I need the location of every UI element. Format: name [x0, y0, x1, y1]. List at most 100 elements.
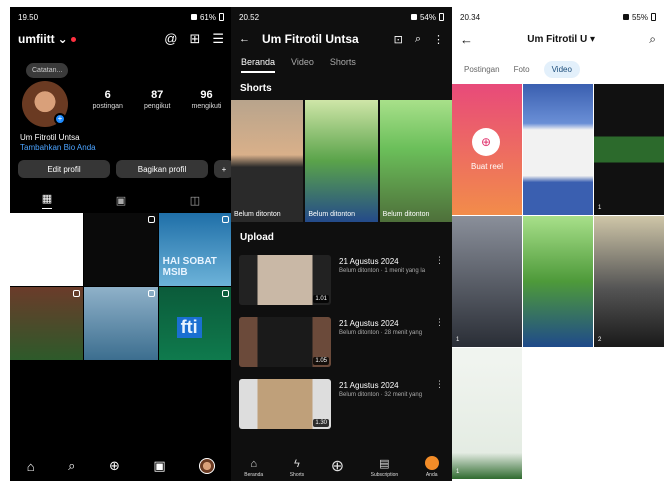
video-thumbnail[interactable] [523, 84, 593, 215]
more-vert-icon[interactable]: ⋮ [435, 317, 444, 367]
short-thumbnail[interactable]: Belum ditonton [231, 100, 304, 222]
menu-icon[interactable]: ☰ [212, 31, 224, 47]
cast-icon[interactable]: ⊡ [394, 33, 403, 46]
account-switcher[interactable]: umfiitt ⌄ [18, 32, 76, 46]
post-grid: HAI SOBAT MSIB fti [10, 213, 232, 360]
nav-shorts[interactable]: ϟ Shorts [290, 458, 304, 478]
add-bio-link[interactable]: Tambahkan Bio Anda [20, 143, 96, 152]
home-icon[interactable]: ⌂ [27, 459, 35, 474]
chevron-down-icon: ⌄ [57, 32, 68, 46]
tagged-icon[interactable]: ◫ [190, 194, 200, 207]
status-bar: 20.52 54% [231, 7, 452, 27]
status-time: 20.52 [239, 12, 260, 22]
more-vert-icon[interactable]: ⋮ [435, 255, 444, 305]
video-thumbnail[interactable]: 1 [452, 216, 522, 347]
battery-icon [219, 13, 224, 21]
nav-create[interactable]: ⊕ [331, 456, 344, 478]
shorts-row: Belum ditonton Belum ditonton Belum dito… [231, 100, 452, 222]
stat-followers[interactable]: 87 pengikut [144, 89, 170, 110]
search-icon[interactable]: ⌕ [649, 32, 656, 47]
battery-icon [651, 13, 656, 21]
note-bubble[interactable]: Catatan... [26, 63, 69, 78]
add-icon: ⊕ [330, 458, 345, 475]
channel-title: Um Fitrotil Untsa [262, 32, 359, 46]
create-icon[interactable]: ⊞ [189, 31, 200, 47]
post-thumbnail[interactable]: HAI SOBAT MSIB [158, 213, 232, 286]
avatar [424, 456, 439, 470]
create-reel-tile[interactable]: ⊕ Buat reel [452, 84, 522, 215]
video-thumbnail[interactable]: 1 [594, 84, 664, 215]
reels-icon[interactable]: ▣ [153, 458, 165, 474]
tab-video[interactable]: Video [291, 57, 314, 73]
profile-video-screen: 20.34 55% ← Um Fitrotil U ▾ ⌕ Postingan … [452, 7, 664, 481]
post-thumbnail[interactable] [84, 287, 158, 360]
back-arrow-icon[interactable]: ← [460, 32, 473, 47]
reels-tab-icon[interactable]: ▣ [116, 194, 126, 207]
profile-header: ← Um Fitrotil U ▾ ⌕ [452, 27, 664, 51]
nav-subscriptions[interactable]: ▤ Subscription [371, 457, 399, 478]
shorts-heading: Shorts [240, 83, 272, 94]
video-thumbnail[interactable]: 1.01 [239, 255, 331, 305]
upload-item[interactable]: 1.30 21 Agustus 2024 Belum ditonton · 32 … [231, 373, 452, 435]
battery-icon [439, 13, 444, 21]
profile-stats: 6 postingan 87 pengikut 96 mengikuti [82, 89, 232, 110]
tab-beranda[interactable]: Beranda [241, 57, 276, 73]
signal-icon [622, 14, 629, 20]
add-story-icon[interactable]: + [54, 113, 66, 125]
shorts-icon: ϟ [294, 458, 300, 470]
short-thumbnail[interactable]: Belum ditonton [379, 100, 452, 222]
short-thumbnail[interactable]: Belum ditonton [305, 100, 378, 222]
search-icon[interactable]: ⌕ [415, 33, 421, 46]
add-post-icon[interactable]: ⊕ [109, 458, 120, 474]
search-icon[interactable]: ⌕ [68, 458, 75, 474]
edit-profile-button[interactable]: Edit profil [18, 160, 110, 178]
threads-icon[interactable]: @ [164, 31, 177, 47]
bottom-nav: ⌂ ⌕ ⊕ ▣ [10, 451, 232, 481]
profile-title[interactable]: Um Fitrotil U ▾ [473, 34, 649, 45]
subscriptions-icon: ▤ [379, 458, 390, 470]
video-thumbnail[interactable]: 1 [452, 348, 522, 479]
more-vert-icon[interactable]: ⋮ [435, 379, 444, 429]
post-thumbnail[interactable] [10, 213, 84, 286]
reel-icon [222, 216, 229, 223]
upload-item[interactable]: 1.05 21 Agustus 2024 Belum ditonton · 28 … [231, 311, 452, 373]
tab-shorts[interactable]: Shorts [330, 57, 356, 73]
instagram-screen: 19.50 61% umfiitt ⌄ @ ⊞ ☰ Catatan... + 6p… [10, 7, 232, 481]
post-thumbnail[interactable]: fti [158, 287, 232, 360]
video-thumbnail[interactable]: 1.05 [239, 317, 331, 367]
back-arrow-icon[interactable]: ← [239, 33, 250, 45]
post-thumbnail[interactable] [84, 213, 158, 286]
status-bar: 20.34 55% [452, 7, 664, 27]
profile-nav-avatar[interactable] [199, 458, 216, 474]
status-time: 19.50 [18, 12, 39, 22]
home-icon: ⌂ [250, 458, 258, 470]
reel-icon [73, 290, 81, 297]
reel-icon [147, 216, 155, 223]
stat-following[interactable]: 96 mengikuti [191, 89, 221, 110]
video-thumbnail[interactable]: 2 [594, 216, 664, 347]
caret-down-icon: ▾ [590, 33, 596, 45]
battery-level: 54% [419, 12, 436, 22]
tab-foto[interactable]: Foto [514, 65, 530, 74]
reel-icon [222, 290, 229, 297]
video-thumbnail[interactable] [523, 216, 593, 347]
more-vert-icon[interactable]: ⋮ [433, 33, 444, 46]
bottom-nav: ⌂ Beranda ϟ Shorts ⊕ ▤ Subscription Anda [231, 449, 452, 481]
stat-posts[interactable]: 6 postingan [93, 89, 123, 110]
battery-level: 55% [631, 12, 648, 22]
add-person-icon[interactable]: + [214, 160, 232, 178]
tab-postingan[interactable]: Postingan [464, 65, 500, 74]
post-thumbnail[interactable] [10, 287, 84, 360]
share-profile-button[interactable]: Bagikan profil [116, 160, 208, 178]
status-time: 20.34 [460, 12, 481, 22]
profile-tabs: ▦ ▣ ◫ [10, 189, 232, 211]
video-thumbnail[interactable]: 1.30 [239, 379, 331, 429]
nav-you[interactable]: Anda [424, 456, 439, 478]
grid-icon[interactable]: ▦ [41, 192, 53, 209]
signal-icon [410, 14, 417, 20]
reel-plus-icon: ⊕ [472, 128, 500, 156]
tab-video[interactable]: Video [543, 61, 580, 78]
nav-home[interactable]: ⌂ Beranda [244, 458, 263, 478]
upload-item[interactable]: 1.01 21 Agustus 2024 Belum ditonton · 1 m… [231, 249, 452, 311]
yt-header: ← Um Fitrotil Untsa ⊡ ⌕ ⋮ [231, 27, 452, 51]
